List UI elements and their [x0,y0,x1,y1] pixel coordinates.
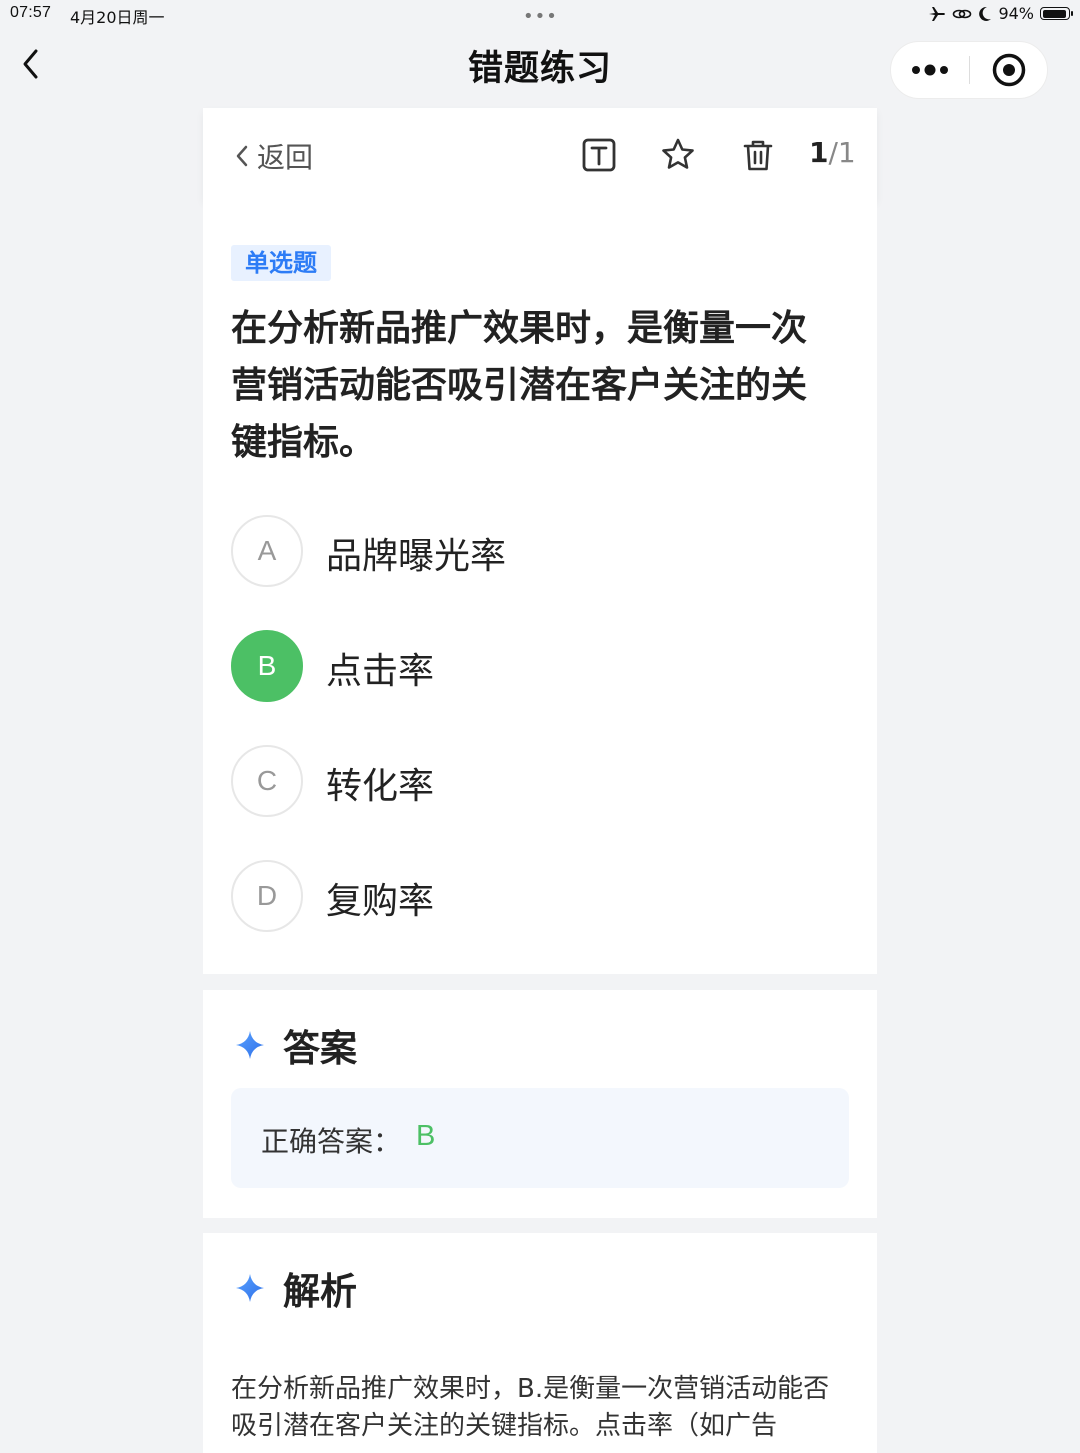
option-letter: D [231,860,303,932]
moon-icon [979,6,992,21]
option-d[interactable]: D 复购率 [231,860,851,932]
question-card: 单选题 在分析新品推广效果时，是衡量一次营销活动能否吸引潜在客户关注的关键指标。… [203,200,877,974]
nav-bar: 错题练习 [0,28,1080,108]
airplane-icon [929,6,946,21]
page-current: 1 [809,136,829,169]
star-icon[interactable] [660,137,696,173]
option-c[interactable]: C 转化率 [231,745,851,817]
battery-percent: 94% [998,4,1034,23]
target-circle-icon [992,53,1026,87]
option-text: 点击率 [326,651,435,692]
option-letter-selected: B [231,630,303,702]
correct-answer-value: B [416,1120,436,1152]
analysis-heading-text: 解析 [283,1270,357,1313]
answer-box: 正确答案： B [231,1088,849,1188]
status-icons: 94% [928,4,1073,23]
multitasking-dots[interactable]: ••• [523,6,558,27]
option-b[interactable]: B 点击率 [231,630,851,702]
battery-fill [1042,9,1066,18]
sparkle-icon [236,1274,264,1302]
answer-heading-text: 答案 [283,1027,357,1070]
page-counter: 1/1 [809,136,856,169]
question-toolbar: 返回 1/1 [203,108,877,200]
correct-answer-label: 正确答案： [261,1125,402,1158]
status-time: 07:57 [10,4,52,21]
question-text: 在分析新品推广效果时，是衡量一次营销活动能否吸引潜在客户关注的关键指标。 [231,308,808,463]
analysis-card: 解析 在分析新品推广效果时，B.是衡量一次营销活动能否吸引潜在客户关注的关键指标… [203,1233,877,1453]
sparkle-icon [236,1031,264,1059]
analysis-text: 在分析新品推广效果时，B.是衡量一次营销活动能否吸引潜在客户关注的关键指标。点击… [231,1374,830,1441]
option-a[interactable]: A 品牌曝光率 [231,515,851,587]
back-link[interactable]: 返回 [233,136,313,176]
option-text: 转化率 [326,766,435,807]
answer-heading: 答案 [235,1018,357,1072]
miniprogram-capsule [890,41,1048,99]
option-text: 复购率 [326,881,435,922]
back-label: 返回 [257,141,314,174]
text-size-icon[interactable] [581,137,617,173]
close-miniprogram-button[interactable] [971,42,1047,98]
answer-card: 答案 正确答案： B [203,990,877,1218]
trash-icon[interactable] [740,137,776,173]
option-letter: C [231,745,303,817]
battery-icon [1040,7,1073,20]
status-date: 4月20日周一 [70,8,165,27]
capsule-divider [969,56,970,84]
analysis-heading: 解析 [235,1261,357,1315]
status-bar: 07:57 4月20日周一 ••• 94% [0,0,1080,28]
option-text: 品牌曝光率 [326,536,507,577]
question-type-tag: 单选题 [231,245,331,281]
page-total: /1 [828,136,856,169]
chevron-left-icon [236,145,248,167]
option-letter: A [231,515,303,587]
more-button[interactable] [891,42,969,98]
more-dots-icon [912,64,948,76]
link-icon [953,9,972,18]
